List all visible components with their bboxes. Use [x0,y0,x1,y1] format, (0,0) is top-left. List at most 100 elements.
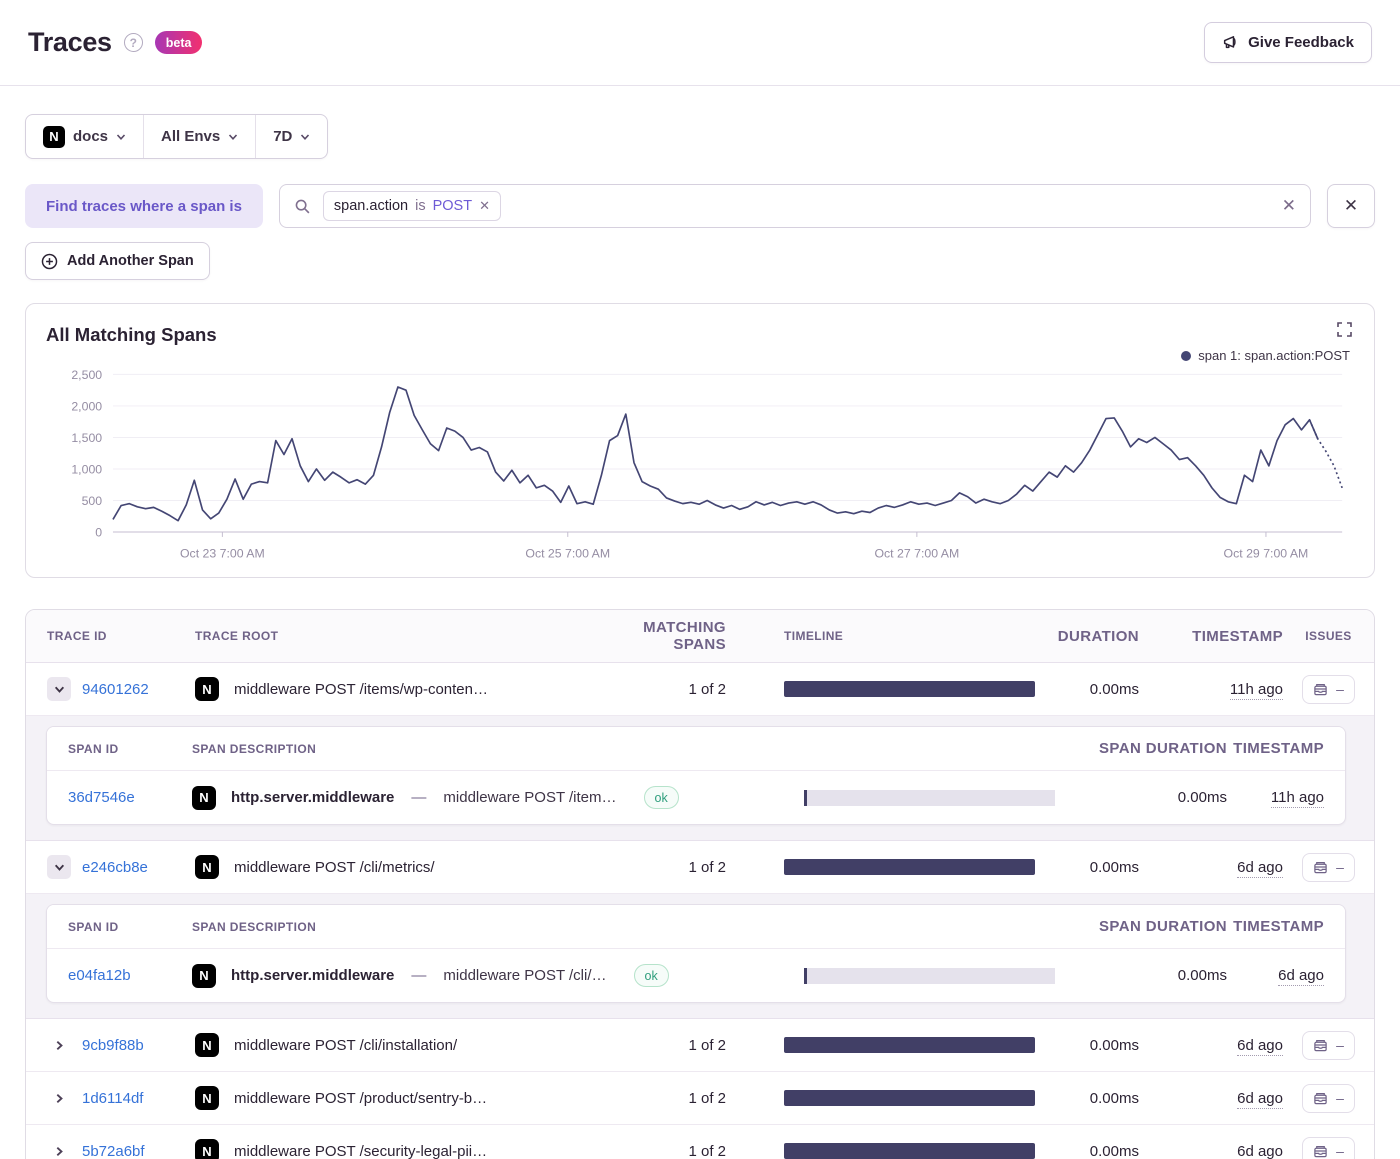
issues-icon [1313,1091,1328,1106]
trace-id-link[interactable]: e246cb8e [82,859,148,876]
duration-value: 0.00ms [1035,1037,1139,1054]
span-id-link[interactable]: 36d7546e [68,789,135,806]
matching-spans-count: 1 of 2 [626,1037,744,1054]
clear-search-icon[interactable]: ✕ [1282,196,1296,216]
project-filter[interactable]: N docs [26,115,143,158]
trace-id-link[interactable]: 9cb9f88b [82,1037,144,1054]
page-header: Traces ? beta Give Feedback [0,0,1400,86]
issues-icon [1313,1038,1328,1053]
col-span-duration: SPAN DURATION [1055,918,1227,935]
nextjs-icon: N [195,1086,219,1110]
timeline-bar [784,1143,1035,1159]
span-timestamp-value: 6d ago [1278,967,1324,986]
trace-root-text: middleware POST /product/sentry-b… [234,1090,487,1107]
col-span-description: SPAN DESCRIPTION [192,920,775,934]
issues-button[interactable]: – [1302,675,1355,704]
span-table-header-row: SPAN ID SPAN DESCRIPTION SPAN DURATION T… [47,905,1345,949]
legend-dot [1181,351,1191,361]
collapse-toggle[interactable] [47,855,71,879]
add-another-span-button[interactable]: Add Another Span [25,242,210,280]
table-header-row: TRACE ID TRACE ROOT MATCHING SPANS TIMEL… [26,610,1374,663]
span-id-link[interactable]: e04fa12b [68,967,131,984]
chevron-down-icon [116,132,126,142]
remove-token-icon[interactable]: ✕ [479,198,490,214]
environment-filter[interactable]: All Envs [143,115,255,158]
trace-root-text: middleware POST /cli/metrics/ [234,859,435,876]
span-timeline-bar [807,968,1055,984]
expand-toggle[interactable] [47,1139,71,1159]
nextjs-icon: N [195,1139,219,1159]
span-row: 36d7546e N http.server.middleware — midd… [47,771,1345,824]
page-title: Traces [28,27,112,58]
matching-spans-count: 1 of 2 [626,1090,744,1107]
col-duration: DURATION [1035,628,1139,645]
span-timeline-bar [807,790,1055,806]
trace-row: 1d6114df N middleware POST /product/sent… [26,1072,1374,1125]
col-trace-id: TRACE ID [47,629,195,643]
nextjs-icon: N [192,964,216,988]
issues-button[interactable]: – [1302,1031,1355,1060]
issues-button[interactable]: – [1302,1084,1355,1113]
svg-text:Oct 23 7:00 AM: Oct 23 7:00 AM [180,547,265,561]
timestamp-value: 6d ago [1237,1090,1283,1109]
duration-value: 0.00ms [1035,859,1139,876]
chevron-down-icon [300,132,310,142]
duration-value: 0.00ms [1035,1143,1139,1159]
issues-button[interactable]: – [1302,853,1355,882]
issues-icon [1313,682,1328,697]
col-span-timestamp: TIMESTAMP [1227,918,1345,935]
col-timestamp: TIMESTAMP [1139,628,1283,645]
svg-text:500: 500 [82,494,103,508]
trace-id-link[interactable]: 5b72a6bf [82,1143,145,1159]
give-feedback-button[interactable]: Give Feedback [1204,22,1372,63]
issues-button[interactable]: – [1302,1137,1355,1159]
span-status-badge: ok [644,786,679,809]
nextjs-icon: N [195,1033,219,1057]
trace-id-link[interactable]: 94601262 [82,681,149,698]
timestamp-value: 6d ago [1237,859,1283,878]
col-span-description: SPAN DESCRIPTION [192,742,775,756]
search-icon [294,198,311,215]
matching-spans-count: 1 of 2 [626,681,744,698]
expand-toggle[interactable] [47,1086,71,1110]
timestamp-value: 6d ago [1237,1037,1283,1056]
span-timestamp-value: 11h ago [1271,789,1324,808]
col-issues: ISSUES [1283,629,1374,643]
col-span-timestamp: TIMESTAMP [1227,740,1345,757]
chart-title: All Matching Spans [46,324,217,346]
fullscreen-icon[interactable] [1337,322,1352,337]
date-range-filter[interactable]: 7D [255,115,327,158]
nextjs-icon: N [43,126,65,148]
span-description: middleware POST /cli/… [443,967,606,984]
trace-root-text: middleware POST /cli/installation/ [234,1037,457,1054]
issues-icon [1313,860,1328,875]
trace-row: 94601262 N middleware POST /items/wp-con… [26,663,1374,716]
collapse-toggle[interactable] [47,677,71,701]
trace-row: 9cb9f88b N middleware POST /cli/installa… [26,1019,1374,1072]
search-token[interactable]: span.action is POST ✕ [323,191,501,221]
chart-legend[interactable]: span 1: span.action:POST [46,348,1350,363]
expand-toggle[interactable] [47,1033,71,1057]
timeline-bar [784,1090,1035,1106]
svg-text:Oct 25 7:00 AM: Oct 25 7:00 AM [525,547,610,561]
chevron-down-icon [228,132,238,142]
svg-text:0: 0 [95,525,102,539]
span-op: http.server.middleware [231,967,394,984]
svg-text:1,500: 1,500 [71,431,102,445]
megaphone-icon [1222,34,1239,51]
help-icon[interactable]: ? [124,33,143,52]
span-description: middleware POST /item… [443,789,616,806]
remove-span-query-button[interactable]: ✕ [1327,184,1375,228]
span-duration-value: 0.00ms [1055,789,1227,806]
span-row: e04fa12b N http.server.middleware — midd… [47,949,1345,1002]
expanded-span-panel: SPAN ID SPAN DESCRIPTION SPAN DURATION T… [26,716,1374,841]
nextjs-icon: N [192,786,216,810]
span-op: http.server.middleware [231,789,394,806]
matching-spans-count: 1 of 2 [626,1143,744,1159]
duration-value: 0.00ms [1035,681,1139,698]
span-table-header-row: SPAN ID SPAN DESCRIPTION SPAN DURATION T… [47,727,1345,771]
svg-text:Oct 29 7:00 AM: Oct 29 7:00 AM [1224,547,1309,561]
span-search-input[interactable]: span.action is POST ✕ ✕ [279,184,1311,228]
trace-id-link[interactable]: 1d6114df [82,1090,143,1107]
find-traces-label: Find traces where a span is [25,184,263,228]
